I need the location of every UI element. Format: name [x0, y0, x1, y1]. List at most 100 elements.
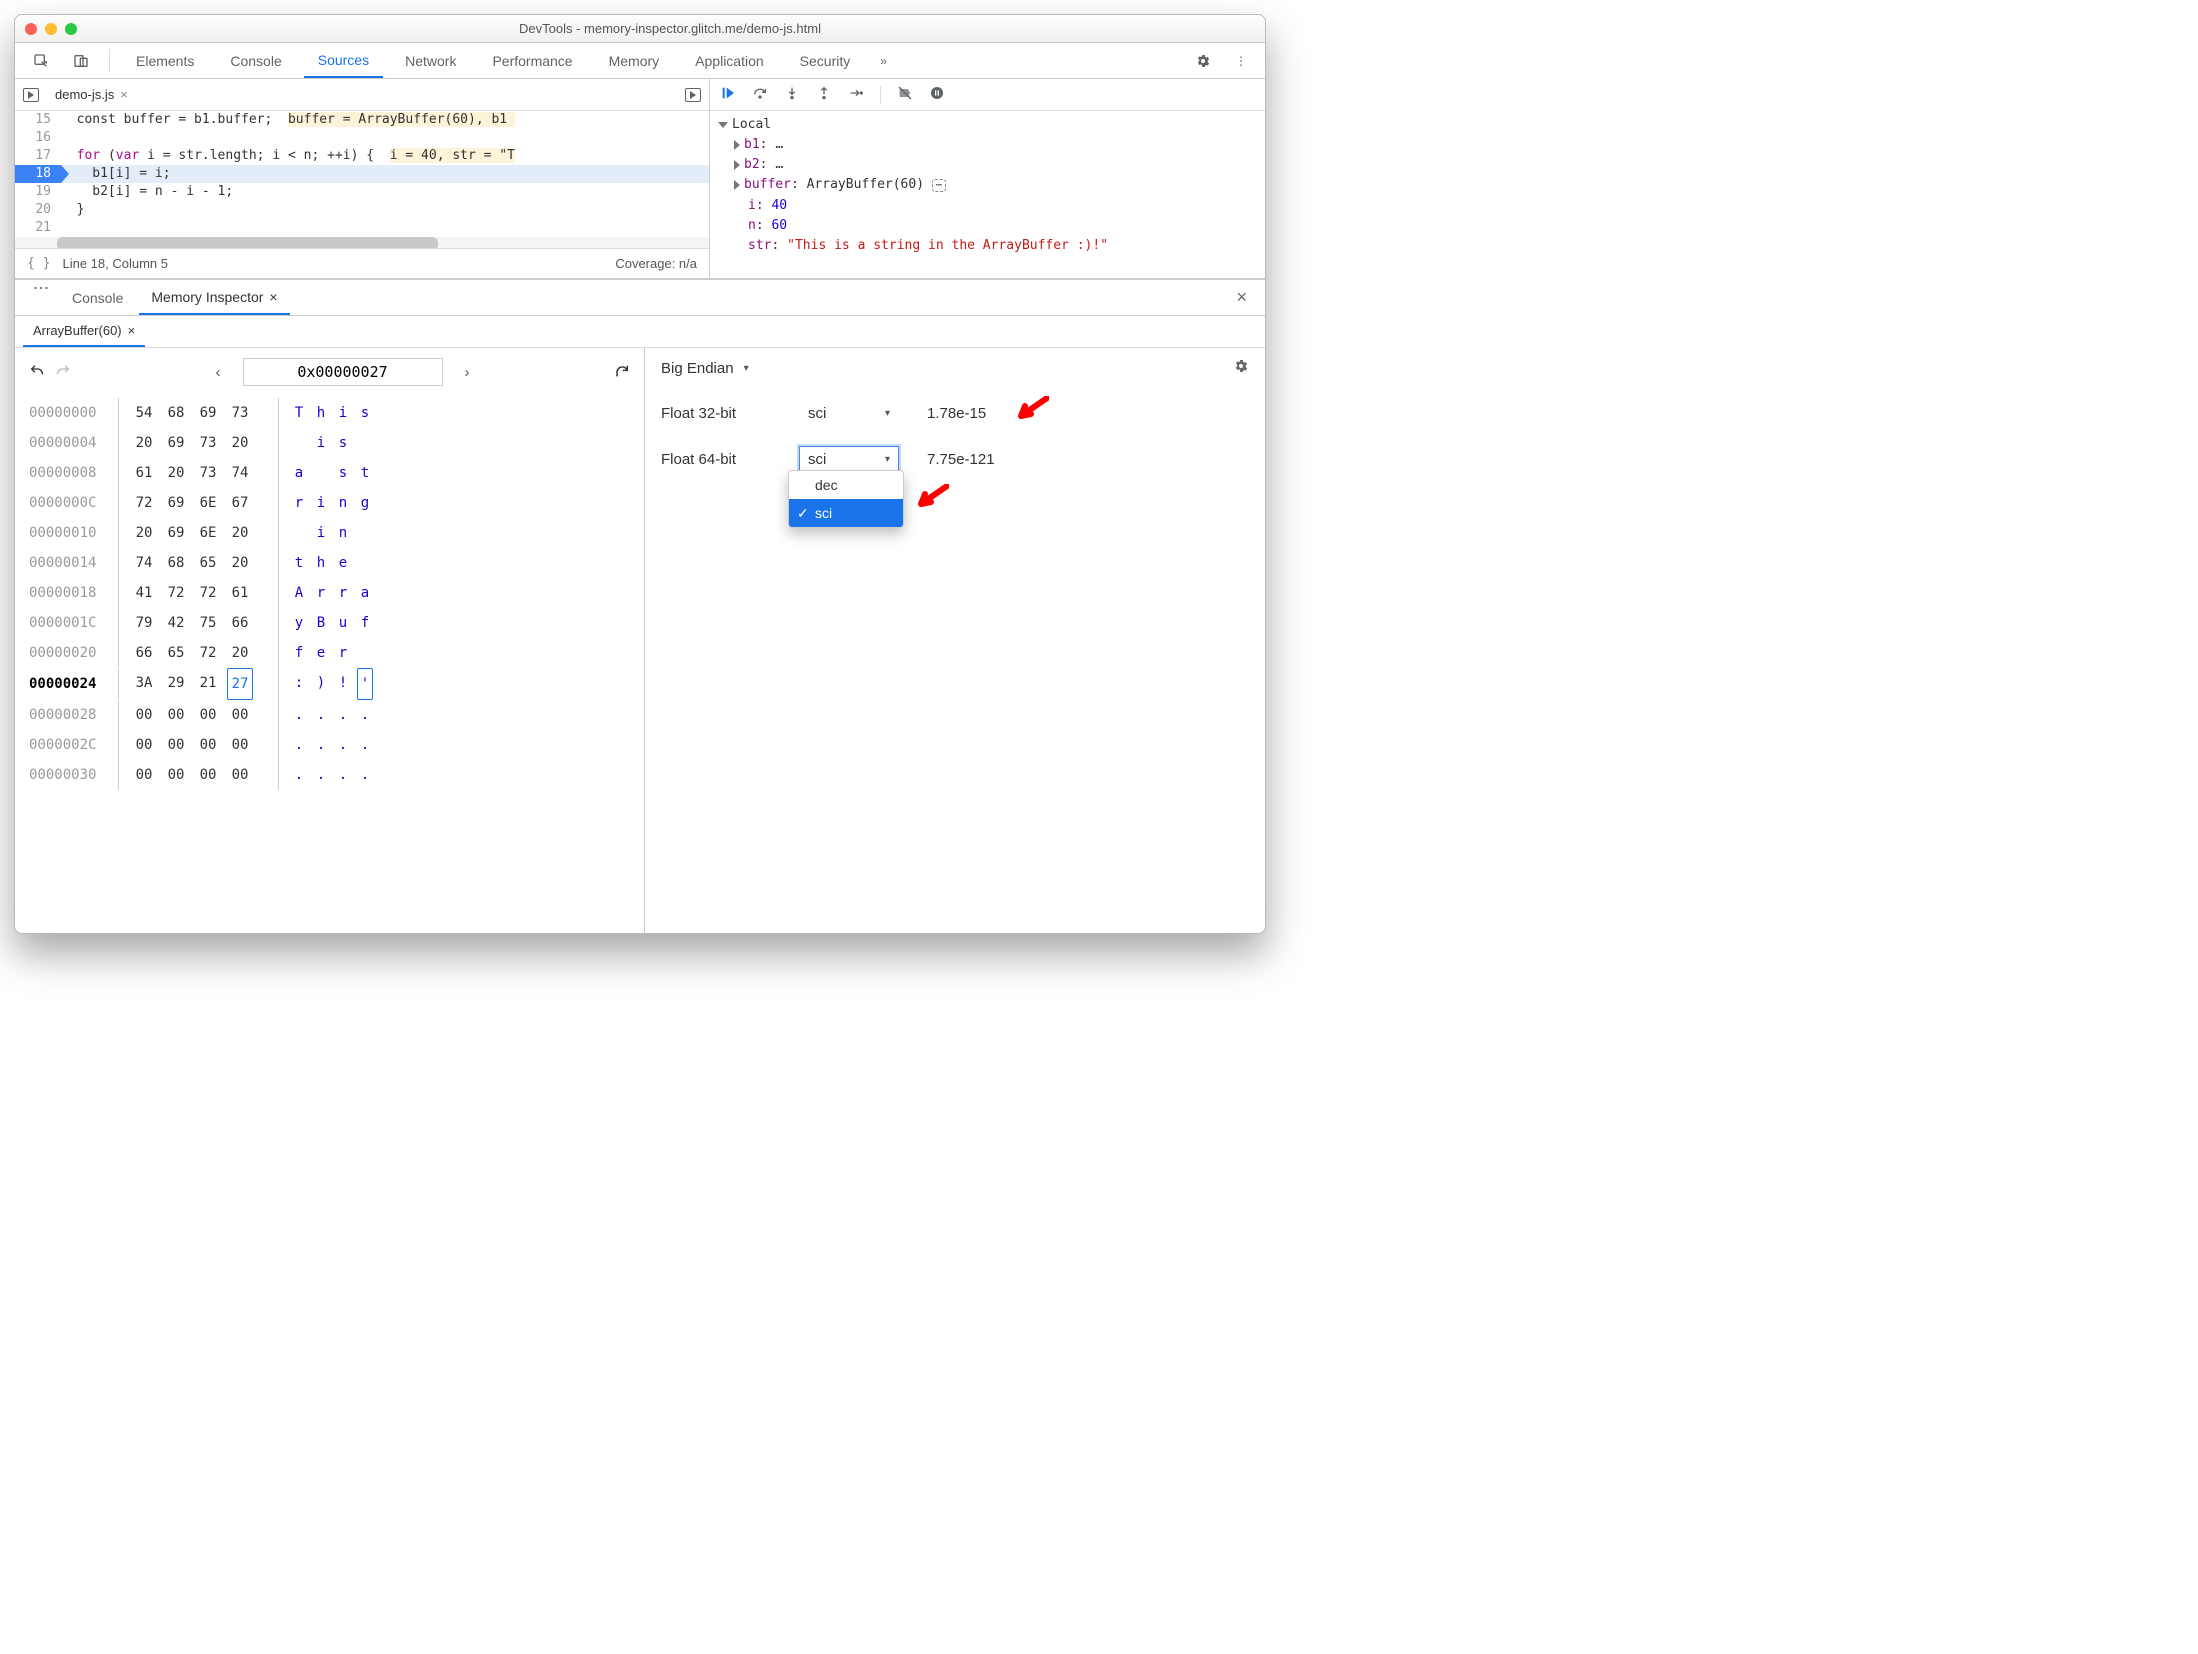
- close-window-button[interactable]: [25, 23, 37, 35]
- hex-ascii-char[interactable]: .: [291, 760, 307, 790]
- inspect-element-icon[interactable]: [25, 43, 57, 78]
- hex-ascii-char[interactable]: [357, 518, 373, 548]
- hex-ascii-char[interactable]: A: [291, 578, 307, 608]
- tab-security[interactable]: Security: [786, 43, 865, 78]
- hex-byte[interactable]: 00: [227, 760, 253, 790]
- hex-ascii-char[interactable]: .: [357, 730, 373, 760]
- endianness-selector[interactable]: Big Endian: [661, 360, 734, 377]
- hex-byte[interactable]: 68: [163, 548, 189, 578]
- hex-ascii-char[interactable]: T: [291, 398, 307, 428]
- close-drawer-icon[interactable]: ×: [1228, 280, 1255, 315]
- scope-local-header[interactable]: Local: [732, 117, 771, 132]
- prev-page-icon[interactable]: ‹: [208, 364, 229, 381]
- hex-byte[interactable]: 00: [227, 730, 253, 760]
- step-over-icon[interactable]: [752, 85, 768, 104]
- close-drawer-tab-icon[interactable]: ×: [269, 289, 277, 305]
- hex-byte[interactable]: 6E: [195, 488, 221, 518]
- hex-byte[interactable]: 66: [131, 638, 157, 668]
- refresh-icon[interactable]: [614, 363, 630, 382]
- memory-icon[interactable]: ⋯: [932, 179, 946, 192]
- hex-ascii-char[interactable]: h: [313, 548, 329, 578]
- hex-byte[interactable]: 41: [131, 578, 157, 608]
- mi-tab-arraybuffer[interactable]: ArrayBuffer(60) ×: [23, 316, 145, 347]
- scope-panel[interactable]: Local b1: … b2: … buffer: ArrayBuffer(60…: [710, 111, 1265, 278]
- hex-ascii-char[interactable]: .: [335, 730, 351, 760]
- hex-ascii-char[interactable]: !: [335, 668, 351, 700]
- hex-ascii-char[interactable]: y: [291, 608, 307, 638]
- hex-ascii-char[interactable]: s: [335, 458, 351, 488]
- hex-ascii-char[interactable]: .: [335, 760, 351, 790]
- notation-dropdown[interactable]: dec sci: [788, 470, 904, 528]
- close-file-tab-icon[interactable]: ×: [120, 87, 128, 102]
- tab-memory[interactable]: Memory: [595, 43, 674, 78]
- hex-ascii-char[interactable]: .: [313, 700, 329, 730]
- hex-byte[interactable]: 67: [227, 488, 253, 518]
- hex-byte[interactable]: 73: [227, 398, 253, 428]
- hex-byte[interactable]: 20: [227, 548, 253, 578]
- more-tabs-icon[interactable]: »: [872, 43, 895, 78]
- hex-byte[interactable]: 69: [195, 398, 221, 428]
- hex-ascii-char[interactable]: r: [313, 578, 329, 608]
- hex-ascii-char[interactable]: e: [313, 638, 329, 668]
- hex-byte[interactable]: 20: [227, 428, 253, 458]
- hex-byte[interactable]: 61: [131, 458, 157, 488]
- value-settings-icon[interactable]: [1233, 358, 1249, 378]
- hex-ascii-char[interactable]: n: [335, 488, 351, 518]
- hex-byte[interactable]: 72: [131, 488, 157, 518]
- dropdown-item-sci[interactable]: sci: [789, 499, 903, 527]
- hex-ascii-char[interactable]: B: [313, 608, 329, 638]
- step-out-icon[interactable]: [816, 85, 832, 104]
- hex-byte[interactable]: 61: [227, 578, 253, 608]
- hex-byte[interactable]: 66: [227, 608, 253, 638]
- hex-ascii-char[interactable]: s: [335, 428, 351, 458]
- hex-byte[interactable]: 69: [163, 488, 189, 518]
- hex-ascii-char[interactable]: ): [313, 668, 329, 700]
- hex-byte[interactable]: 75: [195, 608, 221, 638]
- hex-byte[interactable]: 00: [131, 700, 157, 730]
- settings-icon[interactable]: [1187, 43, 1219, 78]
- hex-byte[interactable]: 27: [227, 668, 253, 700]
- hex-ascii-char[interactable]: i: [313, 518, 329, 548]
- hex-byte[interactable]: 00: [131, 760, 157, 790]
- hex-ascii-char[interactable]: g: [357, 488, 373, 518]
- hex-ascii-char[interactable]: .: [313, 760, 329, 790]
- hex-byte[interactable]: 00: [163, 730, 189, 760]
- hex-ascii-char[interactable]: r: [335, 578, 351, 608]
- code-editor[interactable]: 15 const buffer = b1.buffer; buffer = Ar…: [15, 111, 709, 248]
- hex-byte[interactable]: 6E: [195, 518, 221, 548]
- hex-byte[interactable]: 20: [131, 518, 157, 548]
- hex-ascii-char[interactable]: a: [291, 458, 307, 488]
- hex-byte[interactable]: 74: [131, 548, 157, 578]
- history-forward-icon[interactable]: [55, 363, 71, 382]
- dropdown-item-dec[interactable]: dec: [789, 471, 903, 499]
- run-snippet-icon[interactable]: [685, 88, 701, 102]
- hex-byte[interactable]: 74: [227, 458, 253, 488]
- device-toolbar-icon[interactable]: [65, 43, 97, 78]
- hex-byte[interactable]: 00: [227, 700, 253, 730]
- tab-elements[interactable]: Elements: [122, 43, 208, 78]
- hex-ascii-char[interactable]: [357, 638, 373, 668]
- hex-viewer[interactable]: 0000000054686973This0000000420697320 is …: [29, 398, 630, 790]
- hex-ascii-char[interactable]: h: [313, 398, 329, 428]
- drawer-menu-icon[interactable]: ⋮: [25, 280, 56, 315]
- hex-byte[interactable]: 73: [195, 458, 221, 488]
- hex-ascii-char[interactable]: r: [291, 488, 307, 518]
- tab-sources[interactable]: Sources: [304, 43, 383, 78]
- hex-ascii-char[interactable]: e: [335, 548, 351, 578]
- hex-ascii-char[interactable]: i: [313, 488, 329, 518]
- resume-icon[interactable]: [720, 85, 736, 104]
- hex-ascii-char[interactable]: a: [357, 578, 373, 608]
- hex-ascii-char[interactable]: n: [335, 518, 351, 548]
- hex-byte[interactable]: 21: [195, 668, 221, 700]
- pause-exceptions-icon[interactable]: [929, 85, 945, 104]
- notation-select-float32[interactable]: sci▾: [799, 400, 899, 426]
- hex-ascii-char[interactable]: u: [335, 608, 351, 638]
- hex-ascii-char[interactable]: [313, 458, 329, 488]
- hex-byte[interactable]: 20: [227, 638, 253, 668]
- hex-byte[interactable]: 65: [195, 548, 221, 578]
- next-page-icon[interactable]: ›: [457, 364, 478, 381]
- hex-ascii-char[interactable]: :: [291, 668, 307, 700]
- horizontal-scrollbar[interactable]: [15, 237, 709, 248]
- hex-byte[interactable]: 65: [163, 638, 189, 668]
- navigator-toggle-icon[interactable]: [23, 88, 39, 102]
